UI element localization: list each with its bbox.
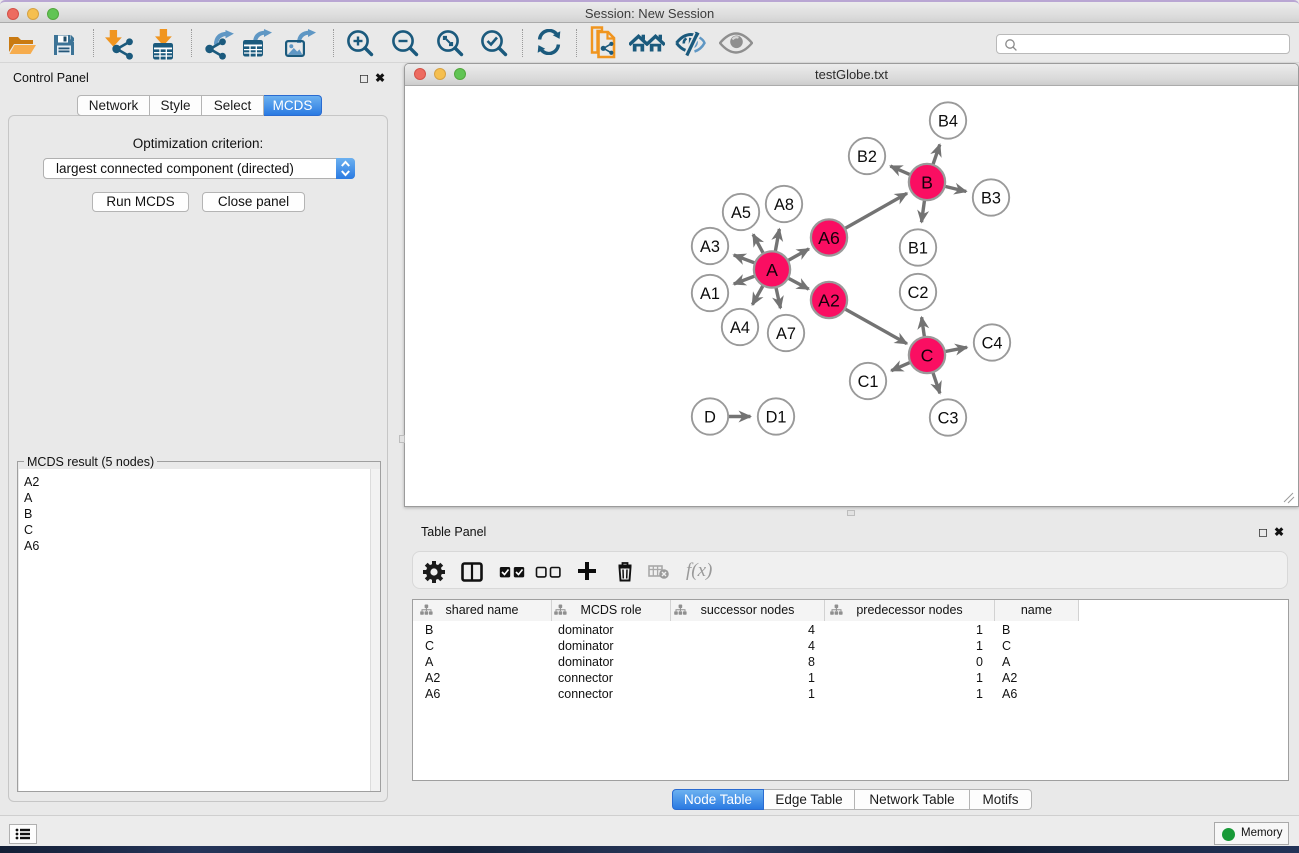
svg-text:C1: C1 [858,373,879,391]
svg-text:A7: A7 [776,325,796,343]
svg-text:D1: D1 [766,408,787,426]
svg-text:C2: C2 [908,284,929,302]
svg-text:B4: B4 [938,112,958,130]
svg-text:A5: A5 [731,204,751,222]
svg-text:B1: B1 [908,239,928,257]
svg-text:A3: A3 [700,238,720,256]
svg-text:C4: C4 [982,334,1003,352]
svg-text:A1: A1 [700,285,720,303]
svg-text:C3: C3 [938,409,959,427]
svg-text:C: C [921,345,934,365]
svg-text:B2: B2 [857,148,877,166]
svg-text:A8: A8 [774,196,794,214]
svg-text:A4: A4 [730,319,750,337]
svg-text:A2: A2 [818,290,840,310]
svg-text:D: D [704,408,716,426]
svg-text:B: B [921,172,933,192]
svg-text:A: A [766,260,778,280]
svg-text:B3: B3 [981,189,1001,207]
svg-text:A6: A6 [818,228,840,248]
